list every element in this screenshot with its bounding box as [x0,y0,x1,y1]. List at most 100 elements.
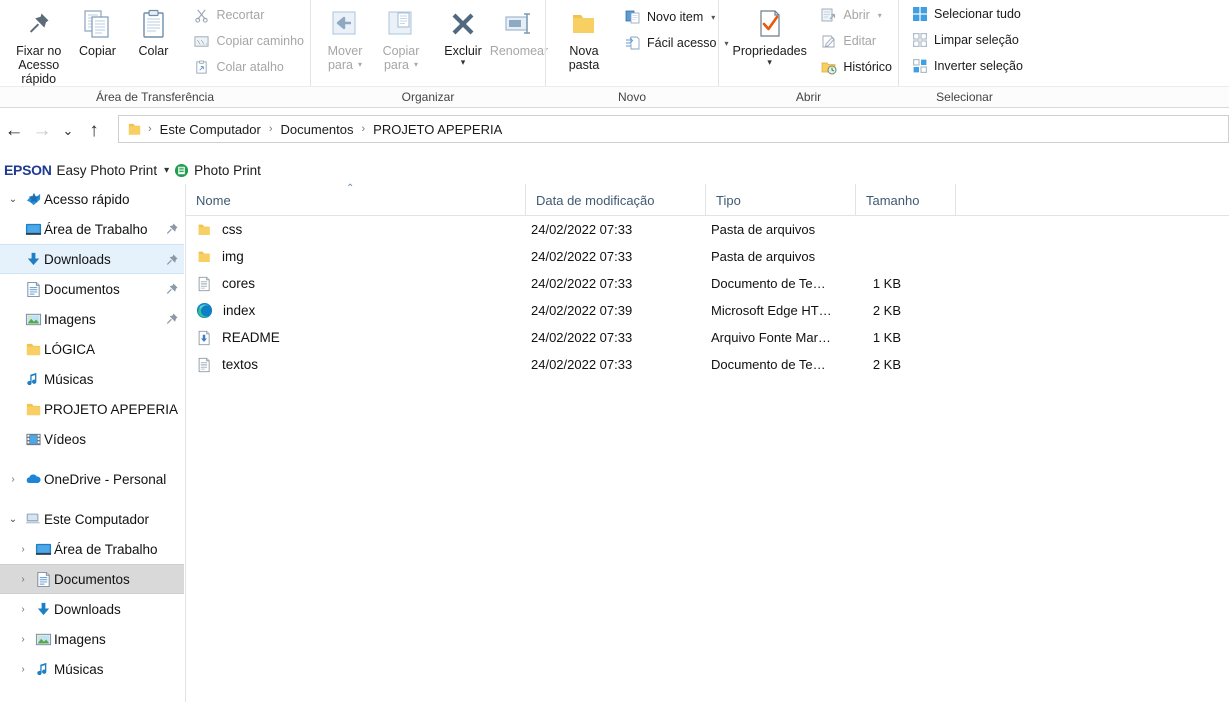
chevron-collapsed-icon[interactable]: › [14,664,32,675]
history-button[interactable]: Histórico [814,54,898,80]
rename-button[interactable]: Renomear [490,0,548,58]
back-arrow-icon[interactable]: ← [0,114,28,148]
sidebar-pc-item-area-de-trabalho[interactable]: › Área de Trabalho [0,534,184,564]
file-size: 1 KB [872,276,901,291]
chevron-expanded-icon[interactable]: ⌄ [4,194,22,205]
sidebar-item-musicas[interactable]: Músicas [0,364,184,394]
move-to-button[interactable]: Mover para ▾ [317,0,373,72]
chevron-down-icon: ▾ [767,57,772,67]
paste-shortcut-button[interactable]: Colar atalho [187,54,310,80]
properties-button[interactable]: Propriedades ▾ [727,0,812,67]
file-type: Pasta de arquivos [711,222,816,237]
copy-to-icon [385,4,417,44]
sidebar-item-area-de-trabalho[interactable]: Área de Trabalho [0,214,184,244]
cut-button[interactable]: Recortar [187,2,310,28]
open-button[interactable]: Abrir ▾ [814,2,898,28]
sidebar-section-acesso-rapido[interactable]: ⌄ Acesso rápido [0,184,184,214]
recent-locations-chevron-down-icon[interactable]: ⌄ [56,114,80,148]
chevron-down-icon: ▾ [460,57,466,67]
new-folder-button[interactable]: Nova pasta [556,0,612,72]
table-row[interactable]: img 24/02/2022 07:33 Pasta de arquivos [186,243,1229,270]
desktop-icon [32,541,54,558]
chevron-collapsed-icon[interactable]: › [14,604,32,615]
chevron-down-icon[interactable]: ▾ [164,165,169,176]
chevron-down-icon: ▾ [877,10,882,20]
copy-button[interactable]: Copiar [69,0,125,58]
chevron-collapsed-icon[interactable]: › [14,544,32,555]
sidebar-pc-item-musicas[interactable]: › Músicas [0,654,184,684]
paste-label: Colar [138,44,169,58]
text-file-icon [196,276,212,292]
column-header-tipo[interactable]: Tipo [706,184,856,216]
pictures-icon [22,311,44,328]
breadcrumb-item-projeto-apeperia[interactable]: PROJETO APEPERIA [369,120,506,139]
paste-button[interactable]: Colar [125,0,181,58]
easy-photo-print-menu[interactable]: Easy Photo Print [57,163,158,178]
photo-print-button[interactable]: Photo Print [194,163,261,178]
delete-x-icon [447,4,479,44]
file-size: 2 KB [872,303,901,318]
chevron-collapsed-icon[interactable]: › [4,474,22,485]
delete-label: Excluir [444,44,482,58]
invert-selection-button[interactable]: Inverter seleção [905,53,1029,79]
sidebar-pc-item-documentos[interactable]: › Documentos [0,564,184,594]
desktop-icon [22,221,44,238]
delete-button[interactable]: Excluir ▾ [435,0,491,67]
sidebar-item-documentos[interactable]: Documentos [0,274,184,304]
select-none-button[interactable]: Limpar seleção [905,27,1029,53]
sidebar-section-label: Este Computador [44,511,150,527]
sidebar-item-projeto-apeperia[interactable]: PROJETO APEPERIA [0,394,184,424]
sidebar-section-este-computador[interactable]: ⌄ Este Computador [0,504,184,534]
cut-label: Recortar [216,8,265,22]
chevron-collapsed-icon[interactable]: › [14,634,32,645]
copy-to-button[interactable]: Copiar para ▾ [373,0,429,72]
sidebar-item-logica[interactable]: LÓGICA [0,334,184,364]
copy-path-icon: \\.. [193,33,210,50]
ribbon-groups: Fixar no Acesso rápido Copiar Colar Reco… [0,0,1030,104]
folder-icon [196,249,212,265]
this-pc-icon [22,510,44,528]
sidebar-item-label: LÓGICA [44,341,96,357]
up-arrow-icon[interactable]: ↑ [80,114,108,148]
table-row[interactable]: cores 24/02/2022 07:33 Documento de Te… … [186,270,1229,297]
pin-to-quick-access-button[interactable]: Fixar no Acesso rápido [8,0,69,86]
chevron-expanded-icon[interactable]: ⌄ [4,514,22,525]
file-list-pane[interactable]: ⌃ Nome Data de modificação Tipo Tamanho … [185,184,1229,702]
table-row[interactable]: README 24/02/2022 07:33 Arquivo Fonte Ma… [186,324,1229,351]
sort-ascending-icon: ⌃ [346,183,355,194]
videos-icon [22,431,44,448]
column-header-label: Nome [196,192,231,208]
sidebar-section-onedrive[interactable]: › OneDrive - Personal [0,464,184,494]
ribbon-group-select-label: Selecionar [936,90,993,104]
select-all-button[interactable]: Selecionar tudo [905,1,1029,27]
column-header-data-de-modificacao[interactable]: Data de modificação [526,184,706,216]
breadcrumb-address-field[interactable]: › Este Computador › Documentos › PROJETO… [118,115,1229,143]
chevron-collapsed-icon[interactable]: › [14,574,32,585]
sidebar-pc-item-downloads[interactable]: › Downloads [0,594,184,624]
pin-icon [166,253,179,266]
column-header-nome[interactable]: ⌃ Nome [186,184,526,216]
navigation-pane[interactable]: ⌄ Acesso rápido Área de Trabalho Downloa… [0,184,184,702]
breadcrumb-item-este-computador[interactable]: Este Computador [156,120,265,139]
file-name: index [223,303,256,318]
pin-icon [166,282,179,295]
file-name-cell: cores [196,276,255,292]
onedrive-icon [22,470,44,488]
breadcrumb-item-documentos[interactable]: Documentos [277,120,358,139]
table-row[interactable]: css 24/02/2022 07:33 Pasta de arquivos [186,216,1229,243]
forward-arrow-icon[interactable]: → [28,114,56,148]
markdown-icon [196,330,212,346]
text-file-icon [196,357,212,373]
edit-button[interactable]: Editar [814,28,898,54]
column-header-tamanho[interactable]: Tamanho [856,184,956,216]
copy-path-label: Copiar caminho [216,34,304,48]
copy-label: Copiar [79,44,116,58]
table-row[interactable]: index 24/02/2022 07:39 Microsoft Edge HT… [186,297,1229,324]
sidebar-pc-item-imagens[interactable]: › Imagens [0,624,184,654]
copy-path-button[interactable]: \\.. Copiar caminho [187,28,310,54]
documents-icon [32,571,54,588]
sidebar-item-downloads[interactable]: Downloads [0,244,184,274]
sidebar-item-imagens[interactable]: Imagens [0,304,184,334]
table-row[interactable]: textos 24/02/2022 07:33 Documento de Te…… [186,351,1229,378]
sidebar-item-videos[interactable]: Vídeos [0,424,184,454]
